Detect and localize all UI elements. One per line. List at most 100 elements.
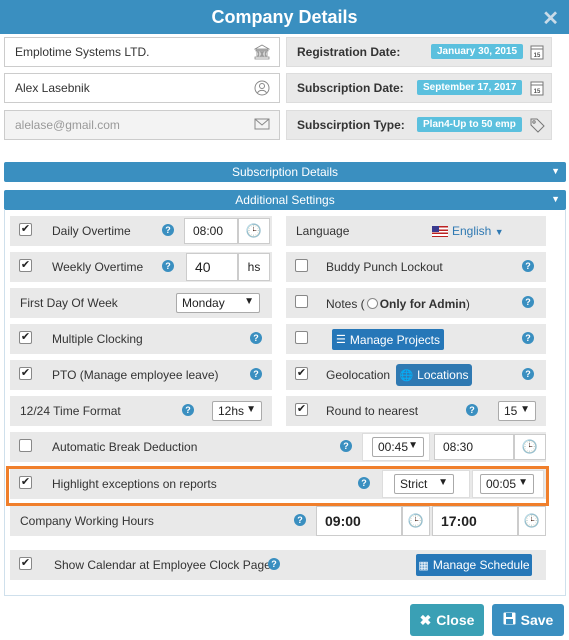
manage-projects-row: ☰ Manage Projects ? bbox=[286, 324, 546, 354]
auto-break-duration-select[interactable]: 00:45 ▼ bbox=[372, 437, 424, 457]
help-icon[interactable]: ? bbox=[250, 332, 262, 344]
save-button-label: Save bbox=[520, 612, 554, 628]
working-hours-row: Company Working Hours ? 09:00 🕒 17:00 🕒 bbox=[10, 506, 546, 536]
subscription-date-label: Subscription Date: bbox=[297, 81, 404, 95]
geolocation-checkbox[interactable]: ✔ bbox=[295, 367, 308, 380]
daily-overtime-label: Daily Overtime bbox=[52, 224, 131, 238]
first-day-select[interactable]: Monday ▼ bbox=[176, 293, 260, 313]
registration-date-label: Registration Date: bbox=[297, 45, 401, 59]
daily-overtime-checkbox[interactable]: ✔ bbox=[19, 223, 32, 236]
round-row: ✔ Round to nearest ? 15 ▼ bbox=[286, 396, 546, 426]
additional-settings-title: Additional Settings bbox=[235, 193, 335, 207]
help-icon[interactable]: ? bbox=[522, 368, 534, 380]
weekly-overtime-label: Weekly Overtime bbox=[52, 260, 144, 274]
show-calendar-row: ✔ Show Calendar at Employee Clock Page ?… bbox=[10, 550, 546, 580]
notes-checkbox[interactable] bbox=[295, 295, 308, 308]
help-icon[interactable]: ? bbox=[182, 404, 194, 416]
bank-icon bbox=[253, 44, 271, 62]
working-hours-label: Company Working Hours bbox=[20, 514, 154, 528]
round-checkbox[interactable]: ✔ bbox=[295, 403, 308, 416]
owner-name-field[interactable]: Alex Lasebnik bbox=[4, 73, 280, 103]
manage-schedule-label: Manage Schedule bbox=[432, 558, 530, 572]
close-icon: ✖ bbox=[419, 611, 432, 628]
pto-row: ✔ PTO (Manage employee leave) ? bbox=[10, 360, 272, 390]
dialog-titlebar: Company Details ✕ bbox=[0, 0, 569, 34]
help-icon[interactable]: ? bbox=[466, 404, 478, 416]
weekly-overtime-input[interactable]: 40 bbox=[186, 253, 238, 281]
multiple-clocking-label: Multiple Clocking bbox=[52, 332, 143, 346]
auto-break-time-input[interactable]: 08:30 bbox=[434, 434, 514, 460]
close-icon[interactable]: ✕ bbox=[542, 6, 559, 31]
email-field[interactable]: alelase@gmail.com bbox=[4, 110, 280, 140]
subscription-details-header[interactable]: Subscription Details ▼ bbox=[4, 162, 566, 182]
weekly-overtime-checkbox[interactable]: ✔ bbox=[19, 259, 32, 272]
buddy-punch-row: Buddy Punch Lockout ? bbox=[286, 252, 546, 282]
manage-schedule-button[interactable]: ▦ Manage Schedule bbox=[416, 554, 532, 576]
company-name-field[interactable]: Emplotime Systems LTD. bbox=[4, 37, 280, 67]
chevron-down-icon: ▼ bbox=[551, 194, 560, 204]
time-format-label: 12/24 Time Format bbox=[20, 404, 121, 418]
first-day-row: First Day Of Week Monday ▼ bbox=[10, 288, 272, 318]
language-row: Language English ▼ bbox=[286, 216, 546, 246]
calendar-icon[interactable]: 15 bbox=[529, 80, 545, 98]
calendar-icon[interactable]: 15 bbox=[529, 44, 545, 62]
clock-icon[interactable]: 🕒 bbox=[238, 218, 270, 244]
registration-date-badge: January 30, 2015 bbox=[431, 44, 524, 59]
subscription-type-label: Subscirption Type: bbox=[297, 118, 405, 132]
language-label: Language bbox=[296, 224, 350, 238]
dialog-title: Company Details bbox=[211, 6, 358, 27]
geolocation-label: Geolocation bbox=[326, 368, 391, 382]
help-icon[interactable]: ? bbox=[522, 296, 534, 308]
chevron-down-icon: ▼ bbox=[520, 404, 530, 415]
subscription-date-badge: September 17, 2017 bbox=[417, 80, 523, 95]
caret-down-icon: ▼ bbox=[494, 227, 504, 237]
clock-icon[interactable]: 🕒 bbox=[518, 506, 546, 536]
working-hours-end-input[interactable]: 17:00 bbox=[432, 506, 518, 536]
save-button[interactable]: Save bbox=[492, 604, 564, 636]
help-icon[interactable]: ? bbox=[522, 260, 534, 272]
subscription-date-field: Subscription Date: September 17, 2017 15 bbox=[286, 73, 552, 103]
language-dropdown[interactable]: English ▼ bbox=[432, 224, 504, 238]
buddy-punch-checkbox[interactable] bbox=[295, 259, 308, 272]
owner-name-value: Alex Lasebnik bbox=[15, 81, 90, 95]
close-button[interactable]: ✖ Close bbox=[410, 604, 484, 636]
help-icon[interactable]: ? bbox=[268, 558, 280, 570]
first-day-value: Monday bbox=[182, 296, 225, 310]
manage-projects-checkbox[interactable] bbox=[295, 331, 308, 344]
buddy-punch-label: Buddy Punch Lockout bbox=[326, 260, 443, 274]
pto-label: PTO (Manage employee leave) bbox=[52, 368, 219, 382]
help-icon[interactable]: ? bbox=[340, 440, 352, 452]
first-day-label: First Day Of Week bbox=[20, 296, 118, 310]
locations-button[interactable]: 🌐 Locations bbox=[396, 364, 472, 386]
manage-projects-button[interactable]: ☰ Manage Projects bbox=[332, 329, 444, 350]
additional-settings-header[interactable]: Additional Settings ▼ bbox=[4, 190, 566, 210]
auto-break-checkbox[interactable] bbox=[19, 439, 32, 452]
help-icon[interactable]: ? bbox=[250, 368, 262, 380]
user-circle-icon bbox=[253, 80, 271, 98]
geolocation-row: ✔ Geolocation 🌐 Locations ? bbox=[286, 360, 546, 390]
notes-admin-toggle[interactable] bbox=[366, 298, 378, 309]
highlight-annotation-box bbox=[6, 466, 549, 506]
clock-icon[interactable]: 🕒 bbox=[402, 506, 430, 536]
help-icon[interactable]: ? bbox=[522, 332, 534, 344]
tag-icon bbox=[529, 117, 545, 135]
help-icon[interactable]: ? bbox=[162, 260, 174, 272]
calendar-icon: ▦ bbox=[418, 559, 429, 572]
time-format-select[interactable]: 12hs ▼ bbox=[212, 401, 262, 421]
pto-checkbox[interactable]: ✔ bbox=[19, 367, 32, 380]
auto-break-label: Automatic Break Deduction bbox=[52, 440, 198, 454]
help-icon[interactable]: ? bbox=[162, 224, 174, 236]
company-name-value: Emplotime Systems LTD. bbox=[15, 45, 150, 59]
chevron-down-icon: ▼ bbox=[408, 440, 418, 451]
show-calendar-checkbox[interactable]: ✔ bbox=[19, 557, 32, 570]
floppy-disk-icon bbox=[503, 612, 516, 628]
round-select[interactable]: 15 ▼ bbox=[498, 401, 536, 421]
clock-icon[interactable]: 🕒 bbox=[514, 434, 546, 460]
notes-label: Notes (Only for Admin) bbox=[326, 297, 470, 311]
multiple-clocking-checkbox[interactable]: ✔ bbox=[19, 331, 32, 344]
daily-overtime-input[interactable]: 08:00 bbox=[184, 218, 238, 244]
show-calendar-label: Show Calendar at Employee Clock Page bbox=[54, 558, 271, 572]
weekly-overtime-row: ✔ Weekly Overtime ? 40 hs bbox=[10, 252, 272, 282]
working-hours-start-input[interactable]: 09:00 bbox=[316, 506, 402, 536]
help-icon[interactable]: ? bbox=[294, 514, 306, 526]
